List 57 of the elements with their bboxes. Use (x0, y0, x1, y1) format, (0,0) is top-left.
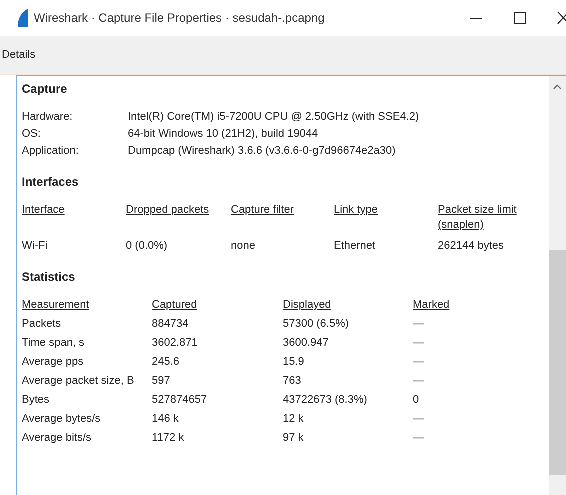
table-cell-text: Average bits/s (22, 431, 93, 446)
table-cell-text: none (231, 239, 256, 254)
column-header: Capture filter (231, 203, 295, 218)
table-cell-text: — (413, 355, 425, 370)
scrollbar-thumb[interactable] (549, 250, 566, 475)
column-header: Interface (22, 203, 66, 218)
property-value: Dumpcap (Wireshark) 3.6.6 (v3.6.6-0-g7d96674e2a30) (128, 144, 397, 159)
table-cell-text: 262144 bytes (438, 239, 506, 254)
table-cell-text: 43722673 (8.3%) (283, 393, 368, 408)
table-cell-text: 763 (283, 374, 302, 389)
maximize-icon[interactable] (513, 11, 527, 25)
table-cell-text: Time span, s (22, 336, 86, 351)
table-cell-text: Bytes (22, 393, 51, 408)
table-cell-text: 3602.871 (152, 336, 199, 351)
column-header: Captured (152, 298, 198, 313)
table-cell-text: Packets (22, 317, 62, 332)
property-label: OS: (22, 127, 42, 142)
table-cell-text: Average pps (22, 355, 85, 370)
table-cell-text: 245.6 (152, 355, 181, 370)
table-cell-text: Wi-Fi (22, 239, 49, 254)
table-cell-text: Average packet size, B (22, 374, 136, 389)
table-cell-text: — (413, 336, 425, 351)
table-cell-text: 0 (413, 393, 420, 408)
table-cell-text: — (413, 412, 425, 427)
table-cell-text: 57300 (6.5%) (283, 317, 350, 332)
table-cell-text: 527874657 (152, 393, 208, 408)
property-value: Intel(R) Core(TM) i5-7200U CPU @ 2.50GHz (with SSE4.2) (128, 110, 420, 125)
table-cell-text: 146 k (152, 412, 180, 427)
table-cell-text: Average bytes/s (22, 412, 102, 427)
table-cell-text: 3600.947 (283, 336, 330, 351)
table-cell-text: — (413, 374, 425, 389)
column-header: Link type (334, 203, 380, 218)
pane-label: Details (2, 49, 36, 61)
section-heading: Capture (22, 82, 68, 96)
table-cell-text: — (413, 431, 425, 446)
table-cell-text: 15.9 (283, 355, 306, 370)
table-cell-text: 12 k (283, 412, 305, 427)
column-header: Marked (413, 298, 451, 313)
property-value: 64-bit Windows 10 (21H2), build 19044 (128, 127, 320, 142)
table-cell-text: 0 (0.0%) (126, 239, 169, 254)
table-cell-text: — (413, 317, 425, 332)
property-label: Hardware: (22, 110, 74, 125)
property-label: Application: (22, 144, 80, 159)
table-cell-text: Ethernet (334, 239, 377, 254)
scroll-up-icon[interactable] (553, 84, 562, 90)
column-header: Dropped packets (126, 203, 210, 218)
section-heading: Statistics (22, 270, 76, 284)
table-cell-text: 1172 k (152, 431, 186, 446)
window-title: Wireshark · Capture File Properties · sesudah-.pcapng (34, 11, 326, 25)
column-header: Displayed (283, 298, 332, 313)
fin-icon (16, 9, 28, 27)
section-heading: Interfaces (22, 175, 80, 189)
table-cell-text: 597 (152, 374, 172, 389)
column-header: Measurement (22, 298, 90, 313)
table-cell-text: 884734 (152, 317, 190, 332)
table-cell-text: 97 k (283, 431, 305, 446)
column-header: Packet size limit (snaplen) (438, 203, 518, 233)
